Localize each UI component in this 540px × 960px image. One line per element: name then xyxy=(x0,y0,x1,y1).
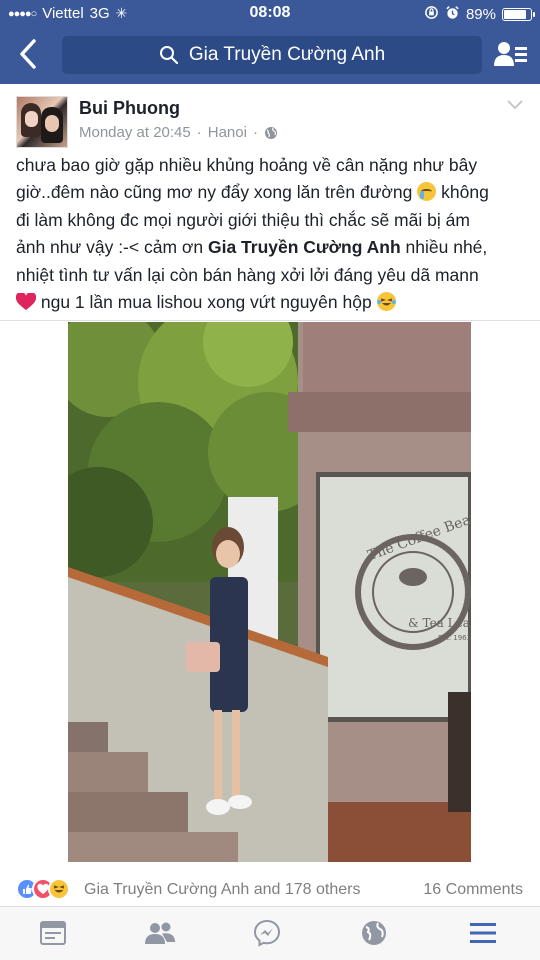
meta-separator: · xyxy=(196,124,202,141)
post-timestamp[interactable]: Monday at 20:45 xyxy=(79,124,191,141)
post-text-line: chưa bao giờ gặp nhiều khủng hoảng về câ… xyxy=(16,155,478,175)
profile-list-icon xyxy=(494,42,527,66)
post-text-line: ngu 1 lần mua lishou xong vứt nguyên hộp xyxy=(16,289,526,316)
profile-list-button[interactable] xyxy=(494,40,528,70)
back-button[interactable] xyxy=(18,38,38,76)
post-text-line: nhiệt tình tư vấn lại còn bán hàng xởi l… xyxy=(16,264,479,285)
battery-fill xyxy=(504,10,526,19)
notifications-globe-icon xyxy=(362,921,386,945)
globe-icon xyxy=(264,126,277,139)
status-bar: ●●●●○ Viettel 3G ✳ 08:08 89% xyxy=(0,0,540,28)
post-text-line: giờ..đêm nào cũng mơ ny đẩy xong lăn trê… xyxy=(16,182,489,203)
tab-bar xyxy=(0,906,540,960)
comments-count[interactable]: 16 Comments xyxy=(423,881,523,899)
sign-text-bottom: & Tea Leaf xyxy=(408,616,471,630)
avatar[interactable] xyxy=(16,96,68,148)
battery-icon xyxy=(502,8,535,21)
news-feed-icon xyxy=(40,921,66,945)
tab-messenger[interactable] xyxy=(250,917,284,949)
reactions-summary[interactable]: Gia Truyền Cường Anh and 178 others xyxy=(84,881,360,899)
tab-menu[interactable] xyxy=(466,917,500,949)
heart-emoji-icon xyxy=(16,293,36,311)
mention-link[interactable]: Gia Truyền Cường Anh xyxy=(208,237,401,257)
post-header: Bui Phuong Monday at 20:45 · Hanoi · xyxy=(0,84,540,150)
alarm-icon xyxy=(445,5,460,24)
navigation-bar: Gia Truyền Cường Anh xyxy=(0,34,540,78)
search-query: Gia Truyền Cường Anh xyxy=(188,44,386,65)
sign-text-est: Est. 1963 xyxy=(438,634,471,642)
post-text-line: ảnh như vậy :-< cảm ơn Gia Truyền Cường … xyxy=(16,237,488,258)
search-icon xyxy=(159,46,178,65)
tab-notifications[interactable] xyxy=(357,917,391,949)
post-photo[interactable]: The Coffee Bean & Tea Leaf Est. 1963 xyxy=(68,322,471,862)
post-text-line: đi làm không đc mọi người giới thiệu thì… xyxy=(16,209,470,230)
reaction-icons[interactable] xyxy=(16,878,70,900)
reactions-bar: Gia Truyền Cường Anh and 178 others 16 C… xyxy=(0,872,540,906)
post-author[interactable]: Bui Phuong xyxy=(79,98,180,119)
divider xyxy=(0,320,540,321)
haha-reaction-icon xyxy=(48,878,70,900)
photo-illustration: The Coffee Bean & Tea Leaf Est. 1963 xyxy=(68,322,471,862)
battery-percent: 89% xyxy=(465,6,496,23)
status-right: 89% xyxy=(424,5,535,24)
post-text: chưa bao giờ gặp nhiều khủng hoảng về câ… xyxy=(16,152,526,316)
friends-icon xyxy=(145,922,175,944)
menu-icon xyxy=(470,923,496,943)
messenger-icon xyxy=(253,919,281,947)
tab-news-feed[interactable] xyxy=(36,917,70,949)
chevron-left-icon xyxy=(20,39,36,69)
rotation-lock-icon xyxy=(424,5,439,24)
meta-separator-2: · xyxy=(252,124,258,141)
app-header: ●●●●○ Viettel 3G ✳ 08:08 89% Gia Truyền … xyxy=(0,0,540,84)
crying-emoji-icon xyxy=(417,182,437,202)
post-meta: Monday at 20:45 · Hanoi · xyxy=(79,124,278,141)
search-bar[interactable]: Gia Truyền Cường Anh xyxy=(62,36,482,74)
laughing-tears-emoji-icon xyxy=(376,292,396,312)
post-options-button[interactable] xyxy=(506,98,524,116)
post-location[interactable]: Hanoi xyxy=(208,124,247,141)
tab-friends[interactable] xyxy=(143,917,177,949)
chevron-down-icon xyxy=(507,100,523,110)
